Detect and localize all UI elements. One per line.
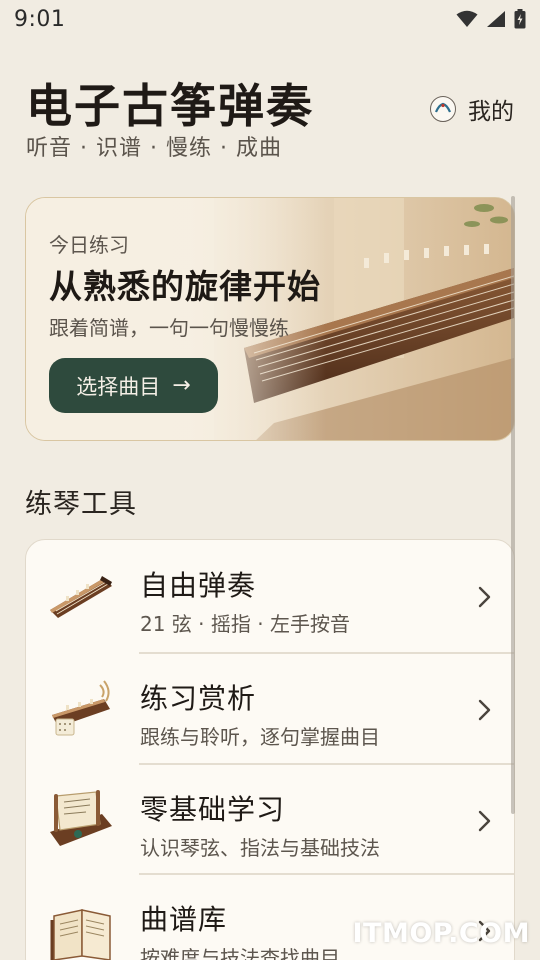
tool-item-practice-appreciation[interactable]: 练习赏析 跟练与聆听，逐句掌握曲目 bbox=[26, 653, 514, 763]
book-icon bbox=[50, 909, 111, 960]
cell-signal-icon bbox=[487, 11, 505, 27]
status-time: 9:01 bbox=[14, 6, 66, 32]
guzheng-listening-icon bbox=[52, 680, 110, 736]
profile-label: 我的 bbox=[468, 99, 514, 125]
today-practice-card: 今日练习 从熟悉的旋律开始 跟着简谱，一句一句慢慢练 选择曲目 → bbox=[25, 197, 515, 441]
arrow-right-icon: → bbox=[172, 373, 191, 398]
scrollbar[interactable] bbox=[511, 196, 515, 814]
watermark: ITMOP.COM bbox=[352, 918, 530, 949]
section-title: 练琴工具 bbox=[25, 489, 137, 520]
tool-description: 认识琴弦、指法与基础技法 bbox=[140, 836, 380, 860]
tool-item-free-play[interactable]: 自由弹奏 21 弦 · 摇指 · 左手按音 bbox=[26, 540, 514, 650]
hero-title: 从熟悉的旋律开始 bbox=[49, 267, 321, 306]
tool-list: 自由弹奏 21 弦 · 摇指 · 左手按音 练习赏析 跟练与聆听，逐句掌握曲目 bbox=[25, 539, 515, 960]
avatar-icon bbox=[430, 96, 456, 122]
status-icons bbox=[456, 9, 526, 29]
tool-title: 零基础学习 bbox=[140, 793, 286, 826]
hero-description: 跟着简谱，一句一句慢慢练 bbox=[49, 316, 289, 340]
chevron-right-icon bbox=[478, 810, 491, 832]
tool-title: 自由弹奏 bbox=[140, 569, 257, 602]
wifi-icon bbox=[456, 10, 478, 27]
scroll-lesson-icon bbox=[50, 790, 112, 846]
select-song-button[interactable]: 选择曲目 → bbox=[49, 358, 218, 413]
chevron-right-icon bbox=[478, 586, 491, 608]
chevron-right-icon bbox=[478, 699, 491, 721]
app-subtitle: 听音 · 识谱 · 慢练 · 成曲 bbox=[26, 136, 282, 161]
tool-title: 练习赏析 bbox=[140, 682, 257, 715]
battery-charging-icon bbox=[514, 9, 526, 29]
tool-title: 曲谱库 bbox=[140, 903, 228, 936]
tool-description: 跟练与聆听，逐句掌握曲目 bbox=[140, 725, 380, 749]
tool-item-beginner-learning[interactable]: 零基础学习 认识琴弦、指法与基础技法 bbox=[26, 764, 514, 874]
tool-description: 21 弦 · 摇指 · 左手按音 bbox=[140, 612, 350, 636]
select-song-label: 选择曲目 bbox=[76, 374, 161, 399]
app-title: 电子古筝弹奏 bbox=[26, 79, 314, 133]
hero-eyebrow: 今日练习 bbox=[49, 233, 129, 257]
status-bar: 9:01 bbox=[0, 0, 540, 38]
tool-description: 按难度与技法查找曲目 bbox=[140, 946, 340, 960]
profile-button[interactable]: 我的 bbox=[430, 92, 514, 126]
guzheng-icon bbox=[50, 576, 112, 618]
